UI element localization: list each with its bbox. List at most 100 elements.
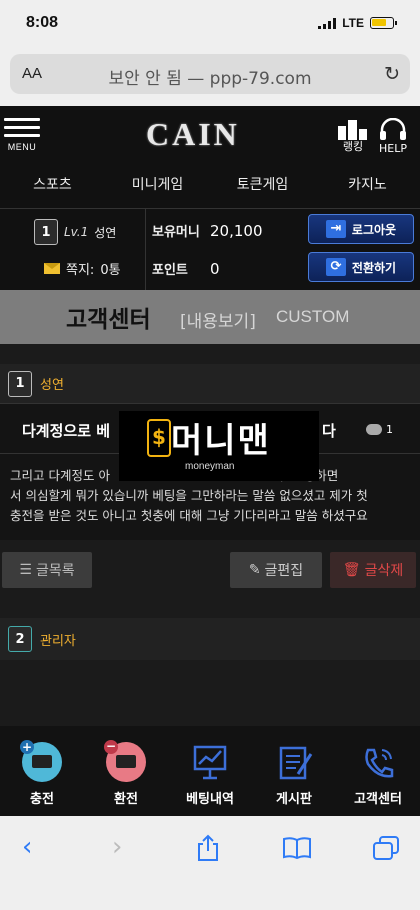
help-label: HELP bbox=[379, 142, 407, 155]
address-bar[interactable]: AA 보안 안 됨 — ppp-79.com ↻ bbox=[10, 54, 410, 94]
ranking-button[interactable]: 랭킹 bbox=[336, 118, 370, 154]
list-icon: ☰ bbox=[19, 562, 32, 578]
bottom-nav-label: 충전 bbox=[30, 792, 54, 807]
post-title-end: 다 bbox=[322, 422, 336, 440]
reply-author-row: 2 관리자 bbox=[0, 618, 420, 660]
help-button[interactable]: HELP bbox=[378, 117, 408, 155]
page-title: 고객센터 bbox=[66, 307, 151, 333]
phone-icon bbox=[358, 742, 398, 782]
comment-count-value: 1 bbox=[386, 423, 393, 436]
nav-casino[interactable]: 카지노 bbox=[315, 162, 420, 208]
message-label: 쪽지: bbox=[66, 263, 95, 278]
point-value: 0 bbox=[210, 259, 220, 278]
author-level-badge-icon: 1 bbox=[8, 370, 32, 397]
logout-icon: ⇥ bbox=[325, 220, 346, 238]
money-label: 보유머니 bbox=[152, 225, 200, 240]
switch-label: 전환하기 bbox=[351, 260, 397, 275]
status-indicators: LTE bbox=[318, 16, 397, 30]
user-panel: 1 Lv.1 성연 쪽지: 0통 보유머니 20,100 포인트 0 ⇥ 로그아… bbox=[0, 208, 420, 291]
level-text: Lv.1 bbox=[64, 225, 89, 239]
bottom-nav-board[interactable]: 게시판 bbox=[252, 726, 336, 816]
page-english-title: CUSTOM bbox=[276, 307, 350, 326]
browser-toolbar: ‹ › bbox=[0, 816, 420, 910]
tabs-icon[interactable] bbox=[372, 835, 400, 868]
list-button[interactable]: ☰ 글목록 bbox=[2, 552, 92, 588]
post-body-line: 충전을 받은 것도 아니고 첫충에 대해 그냥 기다리라고 말씀 하셨구요 bbox=[10, 508, 368, 523]
comment-icon bbox=[366, 424, 382, 435]
messages-link[interactable]: 쪽지: 0통 bbox=[44, 259, 121, 278]
post-author: 성연 bbox=[40, 378, 64, 393]
message-count: 0통 bbox=[100, 263, 121, 278]
ranking-label: 랭킹 bbox=[342, 140, 364, 153]
bottom-nav-bet-history[interactable]: 베팅내역 bbox=[168, 726, 252, 816]
bottom-nav: + 충전 − 환전 베팅내역 게시판 고객센터 bbox=[0, 726, 420, 816]
money-value: 20,100 bbox=[210, 221, 263, 240]
post-body-line: 서 의심할게 뭐가 있습니까 베팅을 그만하라는 말씀 없으셨고 제가 첫 bbox=[10, 488, 368, 503]
nav-minigame[interactable]: 미니게임 bbox=[105, 162, 210, 208]
chart-icon bbox=[190, 742, 230, 782]
delete-label: 글삭제 bbox=[364, 563, 404, 579]
status-bar: 8:08 LTE bbox=[0, 0, 420, 48]
charge-icon: + bbox=[20, 740, 62, 782]
edit-icon: ✎ bbox=[248, 562, 261, 578]
bottom-nav-label: 고객센터 bbox=[354, 792, 402, 807]
browser-address-area: AA 보안 안 됨 — ppp-79.com ↻ bbox=[0, 48, 420, 106]
bottom-nav-support[interactable]: 고객센터 bbox=[336, 726, 420, 816]
bottom-nav-exchange[interactable]: − 환전 bbox=[84, 726, 168, 816]
point-row: 포인트 0 bbox=[152, 259, 220, 279]
post-actions: ☰ 글목록 ✎ 글편집 🗑 글삭제 bbox=[0, 540, 420, 602]
watermark-title: 머니맨 bbox=[171, 421, 271, 461]
board-icon bbox=[274, 742, 314, 782]
dollar-icon: $ bbox=[147, 419, 171, 457]
switch-button[interactable]: ⟳ 전환하기 bbox=[308, 252, 414, 282]
logout-label: 로그아웃 bbox=[351, 222, 397, 237]
post-author-row: 1 성연 bbox=[0, 364, 420, 404]
money-row: 보유머니 20,100 bbox=[152, 221, 263, 241]
list-label: 글목록 bbox=[35, 563, 75, 579]
headset-icon bbox=[380, 117, 406, 140]
hamburger-icon bbox=[4, 118, 40, 121]
status-time: 8:08 bbox=[26, 14, 59, 31]
share-icon[interactable] bbox=[196, 834, 220, 869]
menu-button[interactable]: MENU bbox=[4, 118, 40, 152]
reload-icon[interactable]: ↻ bbox=[384, 63, 400, 85]
bottom-nav-label: 환전 bbox=[114, 792, 138, 807]
username: 성연 bbox=[94, 225, 117, 240]
post-title: 다계정으로 베 bbox=[22, 422, 111, 440]
menu-label: MENU bbox=[7, 142, 37, 152]
user-info: 1 Lv.1 성연 쪽지: 0통 bbox=[0, 209, 146, 291]
url-text[interactable]: 보안 안 됨 — ppp-79.com bbox=[10, 64, 410, 89]
signal-icon bbox=[318, 17, 337, 29]
edit-button[interactable]: ✎ 글편집 bbox=[230, 552, 322, 588]
site-header: MENU CAIN 랭킹 HELP bbox=[0, 106, 420, 162]
refresh-icon: ⟳ bbox=[325, 258, 346, 276]
hamburger-line bbox=[4, 134, 40, 137]
level-badge-icon: 1 bbox=[34, 219, 58, 245]
bookmarks-icon[interactable] bbox=[282, 836, 312, 867]
exchange-icon: − bbox=[104, 740, 146, 782]
trash-icon: 🗑 bbox=[342, 562, 361, 578]
bottom-nav-charge[interactable]: + 충전 bbox=[0, 726, 84, 816]
forward-icon[interactable]: › bbox=[112, 832, 122, 862]
ranking-icon bbox=[338, 120, 367, 140]
admin-level-badge-icon: 2 bbox=[8, 626, 32, 652]
logout-button[interactable]: ⇥ 로그아웃 bbox=[308, 214, 414, 244]
bottom-nav-label: 게시판 bbox=[276, 792, 312, 807]
watermark-sub: moneyman bbox=[185, 461, 235, 472]
game-nav: 스포츠 미니게임 토큰게임 카지노 bbox=[0, 162, 420, 208]
bottom-nav-label: 베팅내역 bbox=[186, 792, 234, 807]
delete-button[interactable]: 🗑 글삭제 bbox=[330, 552, 416, 588]
edit-label: 글편집 bbox=[264, 563, 304, 579]
network-label: LTE bbox=[342, 16, 364, 30]
nav-sports[interactable]: 스포츠 bbox=[0, 162, 105, 208]
reply-author: 관리자 bbox=[40, 633, 76, 649]
battery-icon bbox=[370, 17, 397, 29]
envelope-icon bbox=[44, 263, 60, 274]
hamburger-line bbox=[4, 126, 40, 129]
nav-token-game[interactable]: 토큰게임 bbox=[210, 162, 315, 208]
user-level-row: 1 Lv.1 성연 bbox=[34, 219, 116, 245]
section-header: 고객센터 [내용보기] CUSTOM bbox=[0, 290, 420, 344]
point-label: 포인트 bbox=[152, 263, 188, 278]
site-logo[interactable]: CAIN bbox=[146, 116, 240, 153]
back-icon[interactable]: ‹ bbox=[22, 832, 32, 862]
